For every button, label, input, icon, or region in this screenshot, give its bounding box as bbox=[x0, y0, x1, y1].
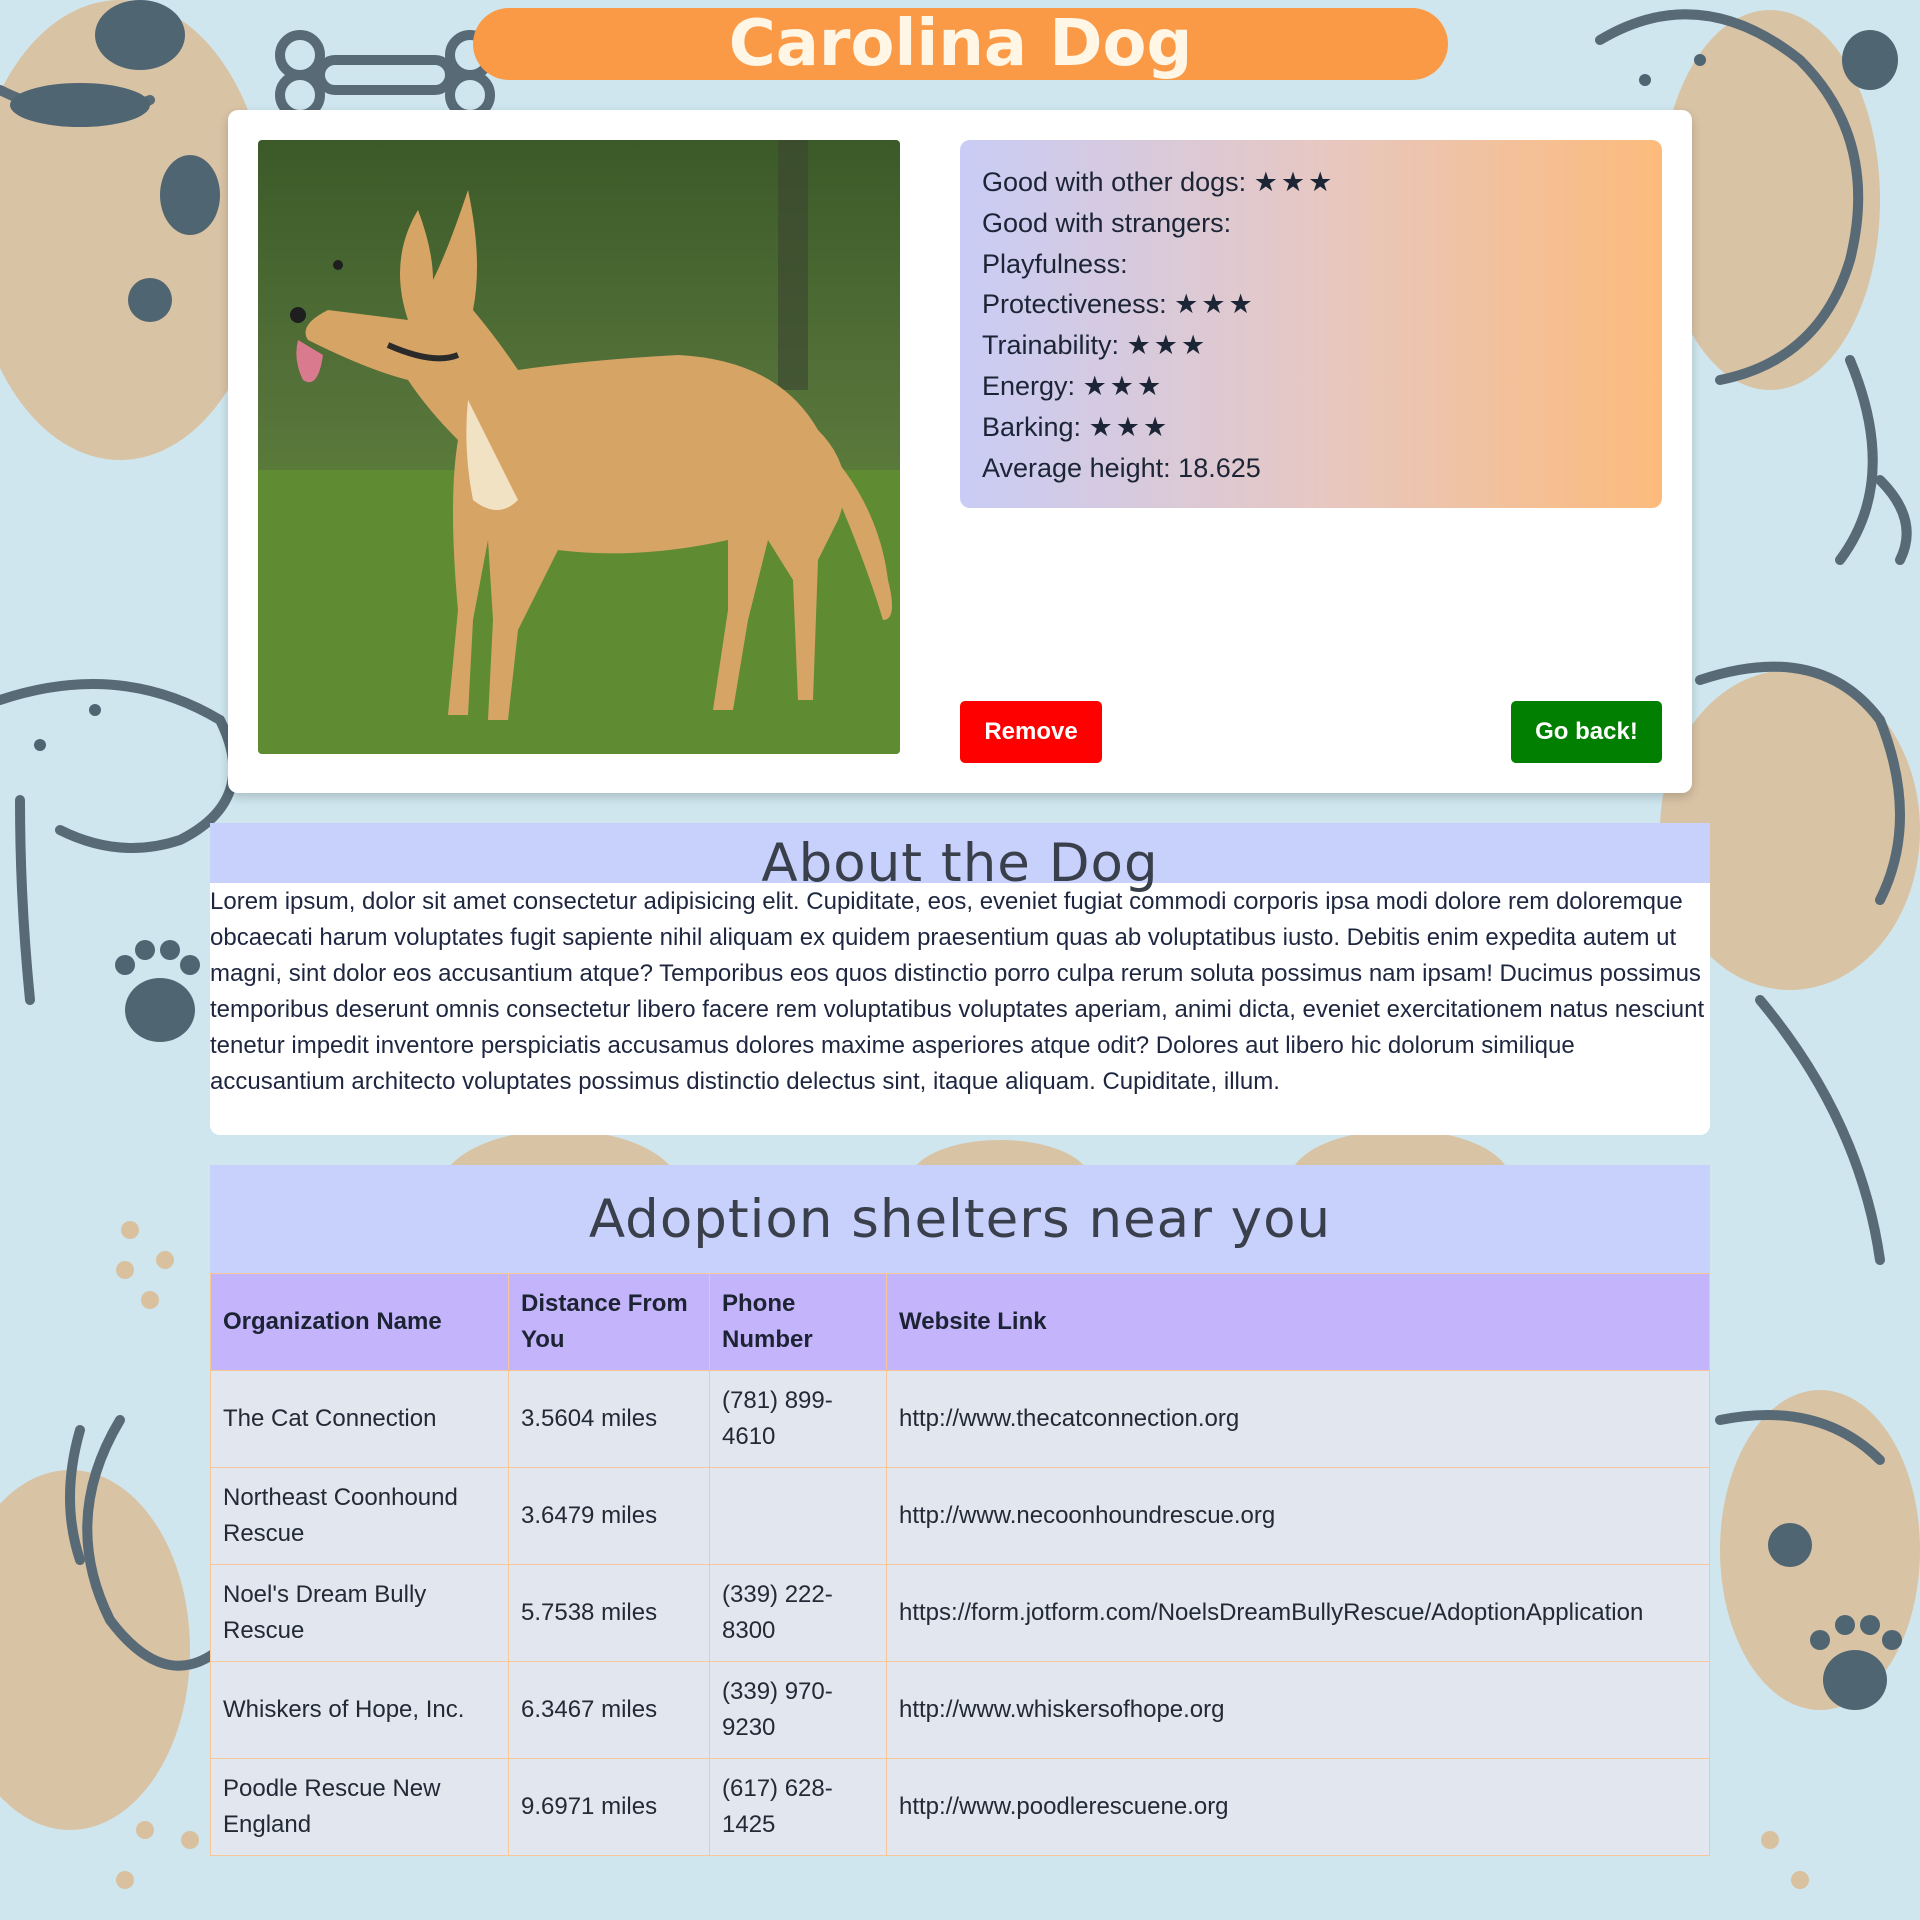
organization-name: Whiskers of Hope, Inc. bbox=[210, 1661, 509, 1759]
dog-photo bbox=[258, 140, 900, 754]
about-section: About the Dog Lorem ipsum, dolor sit ame… bbox=[210, 823, 1710, 1135]
rating-stars: ★★★ bbox=[1126, 330, 1209, 361]
rating-stars: ★★★ bbox=[1088, 411, 1171, 442]
breed-traits-panel: Good with other dogs: ★★★ Good with stra… bbox=[960, 140, 1662, 508]
website-link[interactable]: https://form.jotform.com/NoelsDreamBully… bbox=[886, 1564, 1710, 1662]
shelters-section: Adoption shelters near you Organization … bbox=[210, 1165, 1710, 1856]
about-header: About the Dog bbox=[210, 823, 1710, 894]
go-back-button[interactable]: Go back! bbox=[1511, 701, 1662, 763]
phone-number: (781) 899-4610 bbox=[709, 1370, 887, 1468]
trait-protectiveness: Protectiveness: ★★★ bbox=[982, 289, 1256, 320]
trait-good-with-dogs: Good with other dogs: ★★★ bbox=[982, 167, 1336, 197]
distance: 3.6479 miles bbox=[508, 1467, 710, 1565]
distance: 3.5604 miles bbox=[508, 1370, 710, 1468]
table-row: Northeast Coonhound Rescue 3.6479 miles … bbox=[210, 1467, 1710, 1565]
phone-number: (617) 628-1425 bbox=[709, 1758, 887, 1856]
website-link[interactable]: http://www.poodlerescuene.org bbox=[886, 1758, 1710, 1856]
dog-detail-card: Good with other dogs: ★★★ Good with stra… bbox=[228, 110, 1692, 793]
table-row: Poodle Rescue New England 9.6971 miles (… bbox=[210, 1758, 1710, 1856]
rating-stars: ★★★ bbox=[1082, 370, 1165, 401]
organization-name: The Cat Connection bbox=[210, 1370, 509, 1468]
table-row: Whiskers of Hope, Inc. 6.3467 miles (339… bbox=[210, 1661, 1710, 1759]
trait-barking: Barking: ★★★ bbox=[982, 411, 1171, 442]
about-text: Lorem ipsum, dolor sit amet consectetur … bbox=[210, 888, 1705, 1095]
trait-average-height: Average height: 18.625 bbox=[982, 452, 1261, 483]
organization-name: Poodle Rescue New England bbox=[210, 1758, 509, 1856]
trait-trainability: Trainability: ★★★ bbox=[982, 330, 1209, 361]
organization-name: Noel's Dream Bully Rescue bbox=[210, 1564, 509, 1662]
shelters-table: Organization Name Distance From You Phon… bbox=[210, 1273, 1710, 1856]
phone-number: (339) 222-8300 bbox=[709, 1564, 887, 1662]
website-link[interactable]: http://www.whiskersofhope.org bbox=[886, 1661, 1710, 1759]
organization-name: Northeast Coonhound Rescue bbox=[210, 1467, 509, 1565]
distance: 5.7538 miles bbox=[508, 1564, 710, 1662]
website-link[interactable]: http://www.thecatconnection.org bbox=[886, 1370, 1710, 1468]
shelters-heading: Adoption shelters near you bbox=[588, 1188, 1332, 1250]
distance: 9.6971 miles bbox=[508, 1758, 710, 1856]
website-link[interactable]: http://www.necoonhoundrescue.org bbox=[886, 1467, 1710, 1565]
column-header-phone: Phone Number bbox=[709, 1273, 887, 1371]
shelters-header: Adoption shelters near you bbox=[210, 1165, 1710, 1273]
remove-button[interactable]: Remove bbox=[960, 701, 1102, 763]
distance: 6.3467 miles bbox=[508, 1661, 710, 1759]
average-height-value: 18.625 bbox=[1178, 452, 1261, 483]
trait-playfulness: Playfulness: bbox=[982, 248, 1128, 279]
table-row: The Cat Connection 3.5604 miles (781) 89… bbox=[210, 1370, 1710, 1468]
column-header-distance: Distance From You bbox=[508, 1273, 710, 1371]
page-title: Carolina Dog bbox=[728, 7, 1193, 81]
about-heading: About the Dog bbox=[761, 832, 1159, 894]
trait-energy: Energy: ★★★ bbox=[982, 370, 1165, 401]
phone-number bbox=[709, 1467, 887, 1565]
trait-good-with-strangers: Good with strangers: bbox=[982, 207, 1232, 238]
table-row: Noel's Dream Bully Rescue 5.7538 miles (… bbox=[210, 1564, 1710, 1662]
page-title-banner: Carolina Dog bbox=[473, 7, 1448, 81]
rating-stars: ★★★ bbox=[1253, 167, 1336, 197]
rating-stars: ★★★ bbox=[1174, 289, 1256, 320]
table-header-row: Organization Name Distance From You Phon… bbox=[210, 1273, 1710, 1371]
phone-number: (339) 970-9230 bbox=[709, 1661, 887, 1759]
column-header-organization: Organization Name bbox=[210, 1273, 509, 1371]
column-header-website: Website Link bbox=[886, 1273, 1710, 1371]
